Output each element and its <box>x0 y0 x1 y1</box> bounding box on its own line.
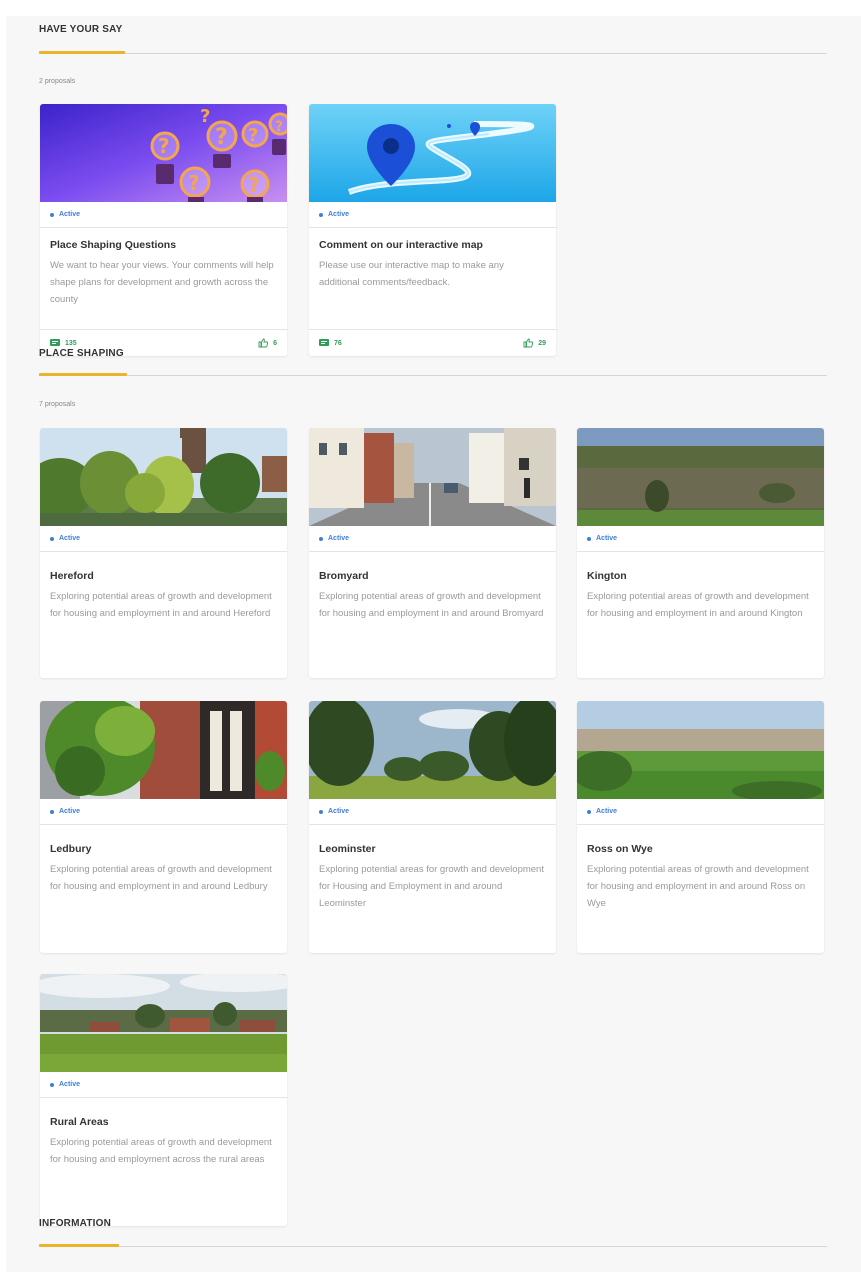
card-title[interactable]: Leominster <box>309 825 556 855</box>
svg-text:?: ? <box>215 125 228 150</box>
status-label: Active <box>59 808 81 815</box>
section-information: INFORMATION <box>39 1218 829 1229</box>
section-accent-bar <box>39 51 125 54</box>
card-image: ? ? ? ? ? ? ? <box>40 104 287 202</box>
card-image <box>577 428 824 526</box>
comment-count: 135 <box>40 339 87 347</box>
status-dot-icon <box>587 809 591 814</box>
proposal-card-place-shaping-questions[interactable]: ? ? ? ? ? ? ? Active Place Shaping Quest… <box>40 104 287 356</box>
proposal-card-rural-areas[interactable]: Active Rural Areas Exploring potential a… <box>40 974 287 1226</box>
proposal-count: 7 proposals <box>39 401 76 408</box>
card-image <box>577 701 824 799</box>
status-label: Active <box>59 211 81 218</box>
svg-text:?: ? <box>188 171 200 195</box>
card-description: Exploring potential areas of growth and … <box>587 864 809 909</box>
status-dot-icon <box>50 212 54 217</box>
status-badge: Active <box>40 1072 287 1098</box>
section-title: INFORMATION <box>39 1218 112 1229</box>
proposal-card-ross-on-wye[interactable]: Active Ross on Wye Exploring potential a… <box>577 701 824 953</box>
status-badge: Active <box>577 799 824 825</box>
card-image <box>309 104 556 202</box>
card-image <box>40 974 287 1072</box>
card-title[interactable]: Ross on Wye <box>577 825 824 855</box>
card-title[interactable]: Comment on our interactive map <box>309 228 556 251</box>
card-description: Exploring potential areas of growth and … <box>587 591 809 619</box>
comments-icon <box>50 339 60 346</box>
svg-text:?: ? <box>275 119 283 135</box>
status-badge: Active <box>40 799 287 825</box>
proposal-card-ledbury[interactable]: Active Ledbury Exploring potential areas… <box>40 701 287 953</box>
proposal-count: 2 proposals <box>39 78 76 85</box>
card-description: Exploring potential areas of growth and … <box>50 864 272 892</box>
card-title[interactable]: Place Shaping Questions <box>40 228 287 251</box>
section-title: HAVE YOUR SAY <box>39 24 123 35</box>
proposal-card-leominster[interactable]: Active Leominster Exploring potential ar… <box>309 701 556 953</box>
svg-text:?: ? <box>200 106 210 127</box>
comment-count: 76 <box>309 339 352 347</box>
status-dot-icon <box>587 536 591 541</box>
section-divider <box>39 53 827 54</box>
status-label: Active <box>596 808 618 815</box>
card-description: Please use our interactive map to make a… <box>319 260 504 288</box>
likes-value: 6 <box>273 339 277 347</box>
proposal-card-kington[interactable]: Active Kington Exploring potential areas… <box>577 428 824 678</box>
card-title[interactable]: Ledbury <box>40 825 287 855</box>
like-count[interactable]: 29 <box>513 338 556 348</box>
section-divider <box>39 375 827 376</box>
like-count[interactable]: 6 <box>248 338 287 348</box>
svg-text:?: ? <box>248 173 260 197</box>
comments-icon <box>319 339 329 346</box>
status-dot-icon <box>319 212 323 217</box>
status-dot-icon <box>319 536 323 541</box>
section-divider <box>39 1246 827 1247</box>
section-title: PLACE SHAPING <box>39 348 124 359</box>
status-label: Active <box>328 211 350 218</box>
comments-value: 135 <box>65 339 77 347</box>
card-title[interactable]: Kington <box>577 552 824 582</box>
card-description: We want to hear your views. Your comment… <box>50 260 274 305</box>
status-badge: Active <box>309 799 556 825</box>
svg-text:?: ? <box>248 125 258 146</box>
card-image <box>40 701 287 799</box>
section-place-shaping: PLACE SHAPING <box>39 348 829 359</box>
card-description: Exploring potential areas of growth and … <box>50 591 272 619</box>
status-badge: Active <box>40 202 287 228</box>
status-badge: Active <box>309 526 556 552</box>
section-have-your-say: HAVE YOUR SAY <box>39 24 829 35</box>
comments-value: 76 <box>334 339 342 347</box>
status-label: Active <box>328 808 350 815</box>
status-badge: Active <box>40 526 287 552</box>
card-image <box>309 428 556 526</box>
status-label: Active <box>328 535 350 542</box>
card-description: Exploring potential areas of growth and … <box>319 591 544 619</box>
status-label: Active <box>59 535 81 542</box>
proposal-card-hereford[interactable]: Active Hereford Exploring potential area… <box>40 428 287 678</box>
card-image <box>40 428 287 526</box>
card-description: Exploring potential areas of growth and … <box>50 1137 272 1165</box>
likes-value: 29 <box>538 339 546 347</box>
status-dot-icon <box>50 809 54 814</box>
status-dot-icon <box>319 809 323 814</box>
card-description: Exploring potential areas for growth and… <box>319 864 544 909</box>
status-label: Active <box>596 535 618 542</box>
card-title[interactable]: Hereford <box>40 552 287 582</box>
status-badge: Active <box>577 526 824 552</box>
proposal-card-interactive-map[interactable]: Active Comment on our interactive map Pl… <box>309 104 556 356</box>
section-accent-bar <box>39 1244 119 1247</box>
status-label: Active <box>59 1081 81 1088</box>
proposal-card-bromyard[interactable]: Active Bromyard Exploring potential area… <box>309 428 556 678</box>
status-dot-icon <box>50 536 54 541</box>
card-title[interactable]: Rural Areas <box>40 1098 287 1128</box>
svg-text:?: ? <box>158 134 170 158</box>
status-badge: Active <box>309 202 556 228</box>
thumbs-up-icon <box>523 338 534 348</box>
thumbs-up-icon <box>258 338 269 348</box>
section-accent-bar <box>39 373 127 376</box>
page: HAVE YOUR SAY 2 proposals ? ? ? ? ? ? ? … <box>6 16 861 1272</box>
card-title[interactable]: Bromyard <box>309 552 556 582</box>
card-image <box>309 701 556 799</box>
status-dot-icon <box>50 1082 54 1087</box>
